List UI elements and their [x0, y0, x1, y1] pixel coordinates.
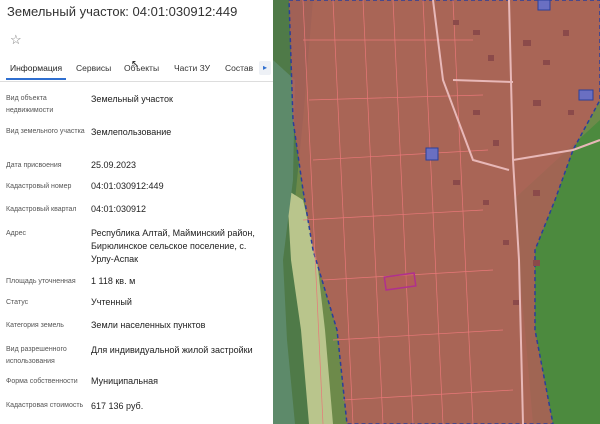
field-label: Форма собственности — [6, 378, 78, 385]
tab-objects[interactable]: Объекты — [124, 63, 159, 73]
field-label: Вид объекта недвижимости — [6, 95, 54, 114]
field-label: Кадастровый квартал — [6, 206, 77, 213]
mouse-cursor-icon: ↖ — [131, 59, 140, 70]
field-value: 25.09.2023 — [91, 160, 137, 170]
field-label: Вид земельного участка — [6, 128, 85, 135]
page-title: Земельный участок: 04:01:030912:449 — [7, 4, 238, 19]
field-value: 1 118 кв. м — [91, 276, 136, 286]
field-label: Дата присвоения — [6, 162, 62, 169]
field-value: 617 136 руб. — [91, 401, 144, 411]
map-view[interactable] — [273, 0, 600, 424]
field-value: Республика Алтай, Майминский район, Бирю… — [91, 228, 255, 264]
field-value: Для индивидуальной жилой застройки — [91, 345, 253, 355]
info-panel: Земельный участок: 04:01:030912:449 ☆ Ин… — [0, 0, 273, 424]
field-label: Вид разрешенного использования — [6, 346, 67, 365]
field-label: Категория земель — [6, 322, 64, 329]
tab-services[interactable]: Сервисы — [76, 63, 111, 73]
field-value: Учтенный — [91, 297, 132, 307]
field-value: Землепользование — [91, 127, 172, 137]
satellite-map[interactable] — [273, 0, 600, 424]
tab-land-parts[interactable]: Части ЗУ — [174, 63, 210, 73]
field-value: Муниципальная — [91, 376, 158, 386]
field-label: Кадастровый номер — [6, 183, 72, 190]
active-tab-indicator — [6, 78, 66, 80]
field-label: Адрес — [6, 230, 27, 237]
field-label: Кадастровая стоимость — [6, 402, 84, 409]
star-outline-icon[interactable]: ☆ — [10, 33, 24, 47]
field-value: 04:01:030912 — [91, 204, 147, 214]
tab-information[interactable]: Информация — [10, 63, 62, 73]
field-label: Статус — [6, 299, 29, 306]
chevron-right-icon[interactable]: ▸ — [259, 61, 271, 75]
field-label: Площадь уточненная — [6, 278, 76, 285]
tab-composition[interactable]: Состав — [225, 63, 253, 73]
field-value: Земли населенных пунктов — [91, 320, 206, 330]
field-value: Земельный участок — [91, 94, 173, 104]
field-value: 04:01:030912:449 — [91, 181, 164, 191]
